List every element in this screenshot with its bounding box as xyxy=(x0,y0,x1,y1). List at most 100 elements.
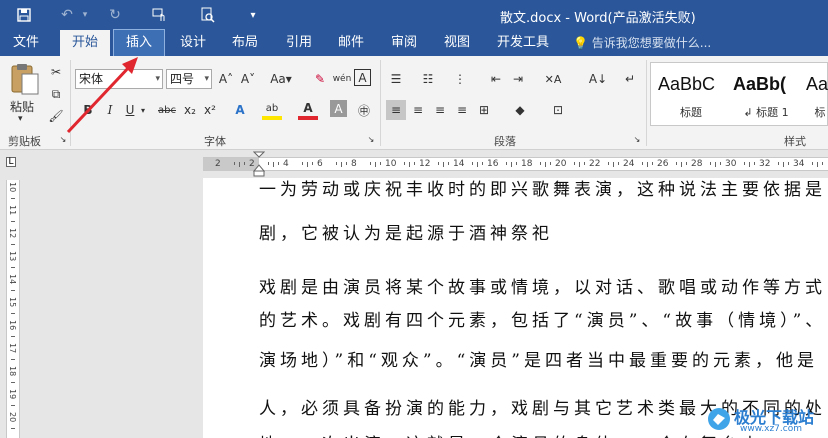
ruler-tick-label: 19 xyxy=(8,389,17,400)
ruler-tick-label: 8 xyxy=(351,159,357,169)
chinese-layout-button[interactable]: ✕A xyxy=(540,69,566,89)
print-preview-icon[interactable] xyxy=(198,5,218,25)
tab-developer[interactable]: 开发工具 xyxy=(488,30,558,56)
ruler-tick-mark xyxy=(584,162,585,165)
ruler-tick-mark xyxy=(642,162,643,165)
watermark-icon xyxy=(708,408,730,430)
undo-icon[interactable]: ↶ xyxy=(58,5,76,25)
tab-file[interactable]: 文件 xyxy=(4,30,48,56)
distributed-button[interactable]: ⊞ xyxy=(474,100,494,120)
ruler-tick-mark xyxy=(618,162,619,165)
ruler-tick-mark xyxy=(472,162,473,165)
ruler-tick-label: 14 xyxy=(8,274,17,285)
ruler-tick-mark xyxy=(448,162,449,165)
redo-icon[interactable]: ↻ xyxy=(106,5,124,25)
bullets-button[interactable]: ☰ xyxy=(386,69,406,89)
shrink-font-button[interactable]: A˅ xyxy=(238,69,258,89)
style-name: ↲ 标题 1 xyxy=(743,106,789,119)
tab-layout[interactable]: 布局 xyxy=(220,30,270,56)
ruler-tick-mark xyxy=(11,405,15,406)
tell-me-text: 告诉我您想要做什么... xyxy=(591,36,712,50)
ruler-tick-mark xyxy=(540,162,541,165)
watermark-url: www.xz7.com xyxy=(740,424,802,434)
ruler-tick-mark xyxy=(783,162,784,167)
paste-icon[interactable] xyxy=(8,62,44,98)
style-sample: AaBbC xyxy=(658,74,716,94)
ruler-tick-mark xyxy=(676,162,677,165)
lightbulb-icon: 💡 xyxy=(573,36,588,50)
character-shading-button[interactable]: A xyxy=(330,100,347,117)
ruler-tick-mark xyxy=(302,162,303,165)
ruler-tick-label: 17 xyxy=(8,343,17,354)
touch-mode-icon[interactable] xyxy=(150,5,170,25)
strikethrough-button[interactable]: abc xyxy=(154,100,180,120)
style-name: 标 xyxy=(814,106,826,119)
numbering-button[interactable]: ☷ xyxy=(418,69,438,89)
decrease-indent-button[interactable]: ⇤ xyxy=(486,69,506,89)
character-border-button[interactable]: A xyxy=(354,69,371,86)
paste-label[interactable]: 粘贴 xyxy=(10,98,34,115)
tell-me-search[interactable]: 💡 告诉我您想要做什么... xyxy=(573,30,711,56)
style-title[interactable]: AaBbC 标题 xyxy=(652,62,730,122)
tab-view[interactable]: 视图 xyxy=(432,30,482,56)
change-case-button[interactable]: Aa▾ xyxy=(266,69,296,89)
tab-design[interactable]: 设计 xyxy=(168,30,218,56)
ruler-tick-mark xyxy=(681,162,682,167)
subscript-button[interactable]: x₂ xyxy=(180,100,200,120)
undo-dropdown-icon[interactable]: ▾ xyxy=(80,5,90,25)
ruler-tick-mark xyxy=(11,198,15,199)
align-left-button[interactable]: ≡ xyxy=(386,100,406,120)
paste-dropdown-icon[interactable]: ▾ xyxy=(18,114,23,124)
phonetic-guide-button[interactable]: wén xyxy=(332,69,352,89)
ruler-tick-label: 12 xyxy=(8,228,17,239)
ruler-tick-mark xyxy=(652,162,653,165)
document-line: 戏剧是由演员将某个故事或情境，以对话、歌唱或动作等方式 xyxy=(259,278,826,298)
ruler-tick-mark xyxy=(414,162,415,165)
save-icon[interactable] xyxy=(14,5,34,25)
align-right-button[interactable]: ≡ xyxy=(430,100,450,120)
tab-review[interactable]: 审阅 xyxy=(379,30,429,56)
highlight-button[interactable]: ab xyxy=(262,100,282,120)
font-launcher-icon[interactable]: ↘ xyxy=(366,134,376,144)
sort-button[interactable]: A↓ xyxy=(588,69,608,89)
justify-button[interactable]: ≡ xyxy=(452,100,472,120)
increase-indent-button[interactable]: ⇥ xyxy=(508,69,528,89)
ruler-tick-label: 15 xyxy=(8,297,17,308)
superscript-button[interactable]: x² xyxy=(200,100,220,120)
customize-quick-access-icon[interactable]: ▾ xyxy=(246,5,260,25)
ruler-tick-mark xyxy=(380,162,381,165)
ruler-tick-mark xyxy=(11,428,15,429)
ruler-tick-label: 16 xyxy=(8,320,17,331)
vertical-ruler[interactable]: 10 11 12 13 14 15 16 17 18 19 20 xyxy=(6,180,20,438)
borders-button[interactable]: ⊡ xyxy=(548,100,568,120)
font-color-button[interactable]: A xyxy=(298,100,318,120)
ruler-tick-mark xyxy=(341,162,342,167)
ruler-tick-mark xyxy=(336,162,337,165)
chevron-down-icon: ▾ xyxy=(155,74,160,84)
ruler-tick-mark xyxy=(516,162,517,165)
ruler-tick-label: 12 xyxy=(419,159,431,169)
align-center-button[interactable]: ≡ xyxy=(408,100,428,120)
style-heading-1[interactable]: AaBb( ↲ 标题 1 xyxy=(727,62,805,122)
show-marks-button[interactable]: ↵ xyxy=(620,69,640,89)
font-size-combo[interactable]: 四号 ▾ xyxy=(166,69,212,89)
ruler-tick-label: 6 xyxy=(317,159,323,169)
horizontal-ruler[interactable]: 2 2 4 6 8 10 12 14 16 18 20 22 24 26 28 30 32 34 xyxy=(203,157,828,171)
paragraph-launcher-icon[interactable]: ↘ xyxy=(632,134,642,144)
shading-button[interactable]: ◆ xyxy=(510,100,530,120)
document-page[interactable]: 一为劳动或庆祝丰收时的即兴歌舞表演，这种说法主要依据是 剧，它被认为是起源于酒神… xyxy=(203,178,828,438)
tab-selector[interactable]: L xyxy=(0,151,24,173)
text-effects-button[interactable]: A xyxy=(230,100,250,120)
enclose-characters-button[interactable]: ㊥ xyxy=(354,100,374,120)
multilevel-list-button[interactable]: ⋮ xyxy=(450,69,470,89)
grow-font-button[interactable]: A˄ xyxy=(216,69,236,89)
indent-marker-icon[interactable] xyxy=(253,151,265,177)
clear-format-button[interactable]: ✎ xyxy=(310,69,330,89)
tab-references[interactable]: 引用 xyxy=(274,30,324,56)
ruler-tick-mark xyxy=(11,359,15,360)
style-heading-2[interactable]: Aa 标 xyxy=(800,62,828,122)
tab-mailings[interactable]: 邮件 xyxy=(326,30,376,56)
document-line: 的艺术。戏剧有四个元素，包括了“演员”、“故事（情境）”、 xyxy=(259,311,827,331)
ruler-tick-mark xyxy=(647,162,648,167)
ruler-tick-mark xyxy=(822,162,823,165)
